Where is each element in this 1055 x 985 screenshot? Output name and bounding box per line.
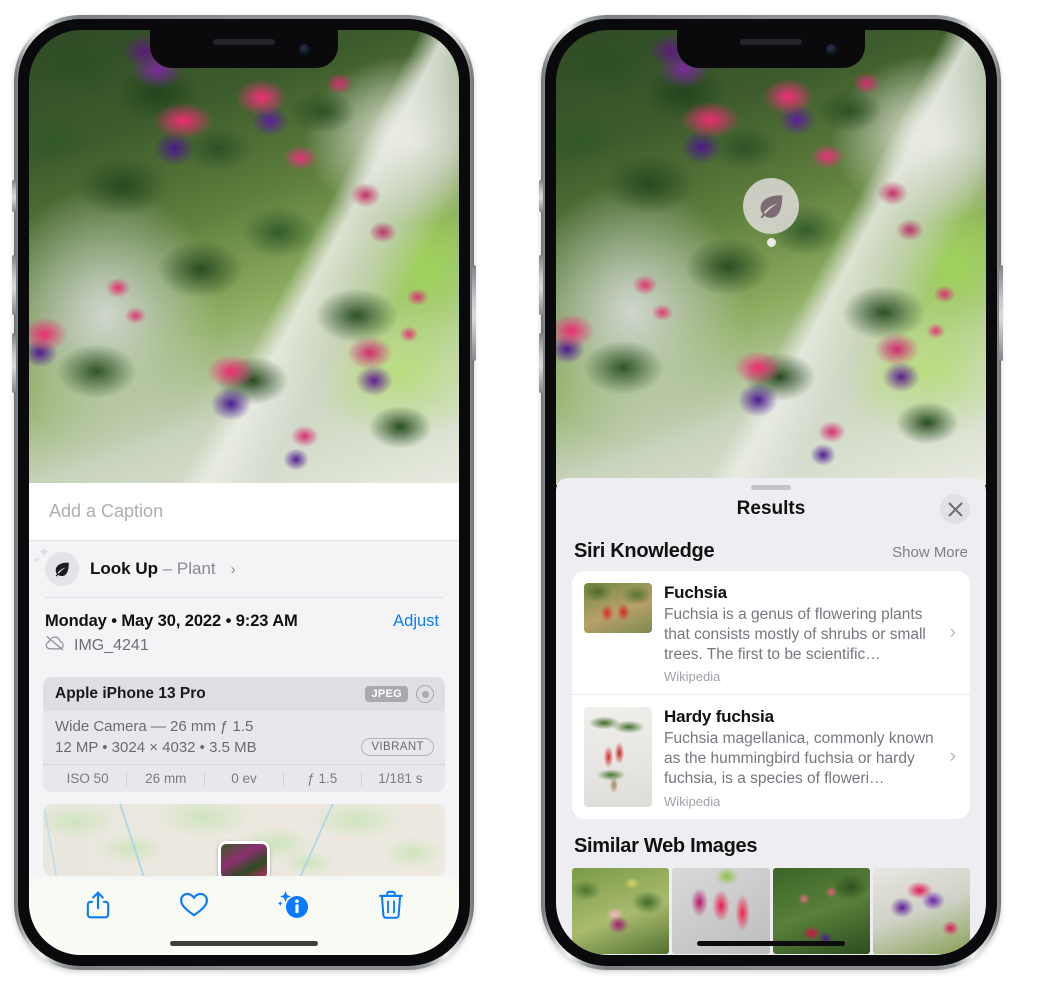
look-up-subject: Plant [176,559,216,578]
look-up-row[interactable]: ✦ ✦ Look Up – Plant › [29,541,459,597]
file-name-text: IMG_4241 [74,636,149,654]
camera-card-header: Apple iPhone 13 Pro JPEG [43,677,445,711]
capture-date-row: Monday • May 30, 2022 • 9:23 AM Adjust [45,612,439,631]
earpiece-speaker [213,39,275,45]
camera-card-badges: JPEG [365,685,434,703]
result-description: Fuchsia magellanica, commonly known as t… [664,730,934,788]
side-power-button[interactable] [999,265,1003,361]
result-source: Wikipedia [664,669,721,685]
camera-device-name: Apple iPhone 13 Pro [55,685,206,702]
list-item[interactable]: Fuchsia Fuchsia is a genus of flowering … [572,571,970,694]
web-image-thumb[interactable] [872,867,970,954]
iphone-left-device: Add a Caption ✦ ✦ Look Up – Plant › Mond… [12,15,476,970]
volume-up-button[interactable] [12,255,16,315]
silence-switch[interactable] [12,180,16,212]
image-size-row: 12 MP • 3024 × 4032 • 3.5 MB VIBRANT [55,738,434,756]
file-name-row: IMG_4241 [45,635,439,656]
silence-switch[interactable] [539,180,543,212]
caption-input-placeholder[interactable]: Add a Caption [49,501,163,522]
device-notch-right [677,30,865,68]
result-text: Fuchsia Fuchsia is a genus of flowering … [664,583,958,684]
close-icon[interactable] [940,494,970,524]
aperture-icon [416,685,434,703]
device-bezel-left: Add a Caption ✦ ✦ Look Up – Plant › Mond… [18,19,470,966]
volume-down-button[interactable] [539,333,543,393]
look-up-label: Look Up – Plant [90,559,216,579]
earpiece-speaker [740,39,802,45]
look-up-dash: – [158,559,177,578]
exif-row: ISO 50 26 mm 0 ev ƒ 1.5 1/181 s [43,764,445,792]
similar-web-images-header: Similar Web Images [556,819,986,862]
leaf-icon [743,178,799,234]
info-sparkle-icon[interactable] [277,889,311,926]
result-text: Hardy fuchsia Fuchsia magellanica, commo… [664,707,958,808]
device-notch-left [150,30,338,68]
home-indicator-left[interactable] [170,941,318,946]
screen-right: Results Siri Knowledge Show More Fuchsia… [556,30,986,955]
sheet-header: Results [556,490,986,528]
photo-flowers [556,30,986,485]
capture-details-block: Monday • May 30, 2022 • 9:23 AM Adjust I… [29,598,459,666]
front-camera-icon [299,44,310,55]
exif-aperture: ƒ 1.5 [307,771,338,786]
siri-knowledge-header: Siri Knowledge Show More [556,528,986,571]
capture-date-text: Monday • May 30, 2022 • 9:23 AM [45,612,298,630]
exif-exposure: 0 ev [231,771,257,786]
result-description: Fuchsia is a genus of flowering plants t… [664,606,926,663]
chevron-right-icon[interactable]: › [950,746,956,768]
home-indicator-right[interactable] [697,941,845,946]
similar-web-images-title: Similar Web Images [574,834,758,857]
adjust-button[interactable]: Adjust [393,612,439,631]
chevron-right-icon[interactable]: › [231,561,236,578]
look-up-title: Look Up [90,559,158,578]
heart-icon[interactable] [179,891,209,923]
photo-flowers [29,30,459,490]
exif-focal: 26 mm [145,771,187,786]
siri-knowledge-title: Siri Knowledge [574,540,715,562]
volume-down-button[interactable] [12,333,16,393]
cloud-slash-icon [45,635,66,656]
fuchsia-photo [29,30,459,490]
camera-card-body: Wide Camera — 26 mm ƒ 1.5 12 MP • 3024 ×… [43,711,445,764]
color-profile-badge: VIBRANT [361,738,434,756]
lens-info-text: Wide Camera — 26 mm ƒ 1.5 [55,718,254,735]
trash-icon[interactable] [379,890,403,925]
result-thumbnail [584,707,652,808]
location-map-card[interactable] [43,804,445,876]
front-camera-icon [826,44,837,55]
list-item[interactable]: Hardy fuchsia Fuchsia magellanica, commo… [572,694,970,818]
photo-viewer-right[interactable] [556,30,986,485]
sheet-title: Results [736,498,806,519]
web-image-thumb[interactable] [572,867,670,954]
screen-left: Add a Caption ✦ ✦ Look Up – Plant › Mond… [29,30,459,955]
iphone-right-device: Results Siri Knowledge Show More Fuchsia… [539,15,1003,970]
device-bezel-right: Results Siri Knowledge Show More Fuchsia… [545,19,997,966]
screenshot-root: Add a Caption ✦ ✦ Look Up – Plant › Mond… [0,0,1055,985]
format-badge: JPEG [365,686,408,702]
show-more-button[interactable]: Show More [892,544,968,561]
leaf-icon: ✦ ✦ [33,545,79,586]
chevron-right-icon[interactable]: › [950,622,956,644]
photo-viewer-left[interactable] [29,30,459,490]
result-title: Hardy fuchsia [664,707,774,727]
visual-lookup-pin[interactable] [743,178,799,247]
side-power-button[interactable] [472,265,476,361]
share-icon[interactable] [85,890,111,925]
result-title: Fuchsia [664,583,727,602]
fuchsia-photo [556,30,986,485]
exif-iso: ISO 50 [66,771,109,786]
result-thumbnail [584,583,652,633]
result-source: Wikipedia [664,793,721,809]
siri-knowledge-card: Fuchsia Fuchsia is a genus of flowering … [572,571,970,819]
exif-shutter: 1/181 s [378,771,423,786]
volume-up-button[interactable] [539,255,543,315]
sparkle-small-icon: ✦ [33,555,41,565]
results-sheet: Results Siri Knowledge Show More Fuchsia… [556,478,986,955]
pin-tail-dot [766,238,776,247]
caption-field-row[interactable]: Add a Caption [29,483,459,541]
map-photo-pin[interactable] [218,841,270,876]
image-size-text: 12 MP • 3024 × 4032 • 3.5 MB [55,738,257,756]
camera-metadata-card[interactable]: Apple iPhone 13 Pro JPEG Wide Camera — 2… [43,677,445,792]
